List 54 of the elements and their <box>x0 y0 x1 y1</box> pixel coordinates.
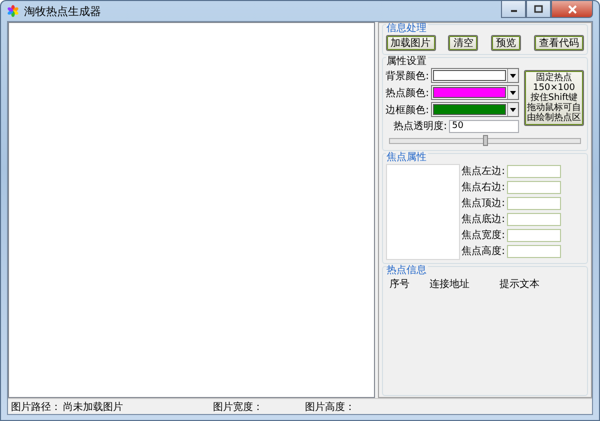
group-title: 热点信息 <box>386 265 428 276</box>
field-label: 边框颜色: <box>386 104 429 116</box>
color-dropdown[interactable] <box>431 68 519 83</box>
caret-icon <box>510 108 516 112</box>
opacity-input[interactable]: 50 <box>449 120 519 132</box>
slider-track[interactable] <box>388 138 581 144</box>
group-title: 信息处理 <box>386 23 428 34</box>
input-field[interactable] <box>507 180 561 194</box>
app-logo-icon <box>7 5 19 17</box>
color-swatch[interactable] <box>433 104 506 115</box>
action-button[interactable]: 加载图片 <box>386 35 436 51</box>
action-button[interactable]: 预览 <box>491 35 522 51</box>
close-button[interactable] <box>551 1 593 18</box>
status-text: 尚未加载图片 <box>62 400 124 414</box>
color-swatch[interactable] <box>433 87 506 98</box>
slider-thumb[interactable] <box>482 135 488 146</box>
column-header: 连接地址 <box>430 278 471 291</box>
column-header: 提示文本 <box>500 278 541 291</box>
field-label: 焦点高度: <box>462 244 505 258</box>
field-label: 背景颜色: <box>386 70 429 82</box>
status-text: 图片路径： <box>10 400 60 414</box>
close-icon <box>568 4 576 14</box>
minimize-button[interactable] <box>501 1 526 18</box>
window-title: 淘牧热点生成器 <box>24 4 102 18</box>
status-text: 图片高度： <box>304 400 356 414</box>
status-text: 图片宽度： <box>212 400 264 414</box>
action-button[interactable]: 清空 <box>448 35 478 51</box>
group-title: 焦点属性 <box>386 152 428 163</box>
maximize-icon <box>534 5 543 13</box>
dropdown-button[interactable] <box>507 69 518 82</box>
color-dropdown[interactable] <box>431 102 519 117</box>
field-label: 热点颜色: <box>386 86 429 100</box>
field-label: 焦点宽度: <box>462 228 505 242</box>
caret-icon <box>510 90 516 94</box>
maximize-button[interactable] <box>526 1 551 18</box>
field-label: 焦点右边: <box>462 180 505 194</box>
field-label: 焦点左边: <box>462 164 505 178</box>
dropdown-button[interactable] <box>507 103 518 116</box>
field-label: 焦点顶边: <box>462 196 505 210</box>
action-button[interactable]: 查看代码 <box>534 35 584 51</box>
input-field[interactable] <box>507 228 561 242</box>
input-field[interactable] <box>507 212 561 226</box>
group-title: 属性设置 <box>386 56 428 67</box>
color-dropdown[interactable] <box>431 85 519 100</box>
fixed-hotspot-button[interactable]: 固定热点 150×100 按住Shift键 拖动鼠标可自 由绘制热点区 <box>524 70 584 126</box>
dropdown-button[interactable] <box>507 86 518 99</box>
column-header: 序号 <box>390 278 411 291</box>
input-field[interactable] <box>507 196 561 210</box>
input-field[interactable] <box>507 164 561 178</box>
field-label: 焦点底边: <box>462 212 505 226</box>
input-field[interactable] <box>507 244 561 258</box>
field-label: 热点透明度: <box>394 120 447 133</box>
color-swatch[interactable] <box>433 70 506 81</box>
caret-icon <box>510 74 516 78</box>
